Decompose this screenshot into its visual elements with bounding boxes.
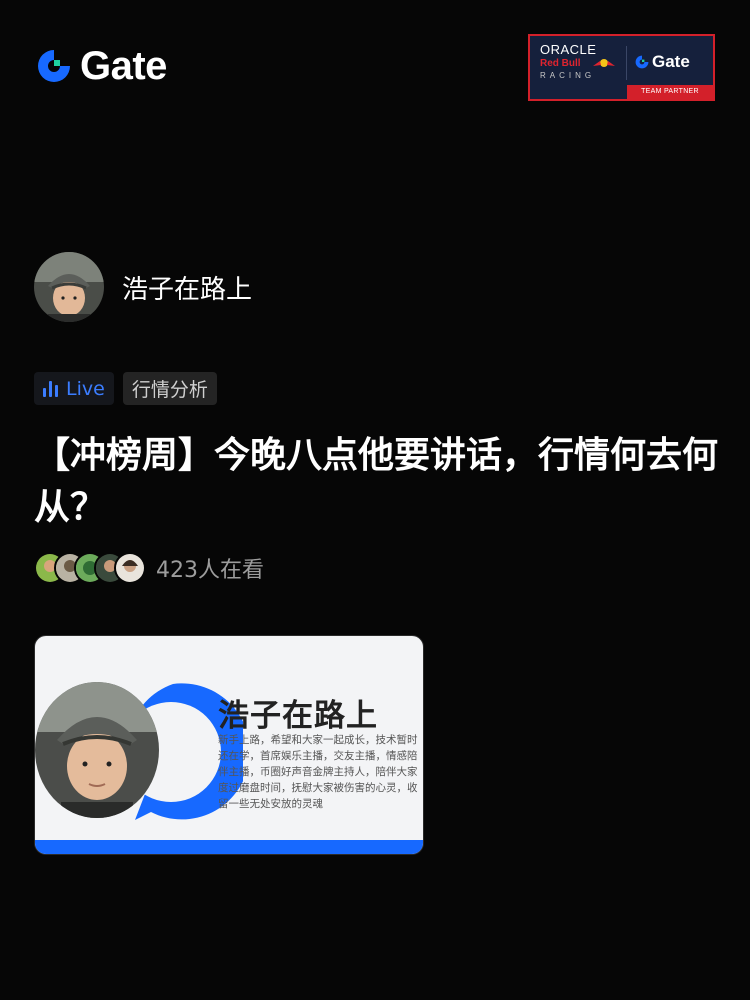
team-partner-badge: ORACLE Red Bull RACING Gate TEAM PARTNER	[528, 34, 715, 101]
host-profile[interactable]: 浩子在路上	[34, 252, 252, 322]
stream-cover[interactable]: 浩子在路上 新手上路，希望和大家一起成长，技术暂时还在学，首席娱乐主播，交友主播…	[34, 635, 424, 855]
cover-host-name: 浩子在路上	[218, 698, 378, 734]
logo-text: Gate	[80, 44, 167, 88]
live-badge: Live	[34, 372, 114, 405]
gate-logo-icon	[38, 50, 70, 82]
gate-logo-icon	[635, 55, 649, 69]
partner-gate-text: Gate	[652, 52, 690, 71]
cover-host-photo	[35, 682, 159, 818]
oracle-text: ORACLE	[540, 42, 597, 57]
red-bull-text: Red Bull	[540, 58, 581, 69]
stream-tags: Live 行情分析	[34, 372, 217, 405]
cover-host-bio: 新手上路，希望和大家一起成长，技术暂时还在学，首席娱乐主播，交友主播，情感陪伴主…	[218, 734, 418, 810]
host-avatar[interactable]	[34, 252, 104, 322]
partner-gate-logo: Gate	[634, 52, 690, 72]
racing-text: RACING	[540, 71, 596, 80]
stream-title: 【冲榜周】今晚八点他要讲话，行情何去何从？	[34, 435, 719, 528]
viewer-count: 423人在看	[34, 552, 264, 584]
category-tag[interactable]: 行情分析	[122, 372, 217, 405]
gate-logo: Gate	[34, 46, 167, 86]
viewer-avatar	[114, 552, 146, 584]
team-partner-label: TEAM PARTNER	[627, 85, 713, 99]
cover-accent-bar	[35, 840, 423, 854]
host-name[interactable]: 浩子在路上	[122, 269, 252, 306]
live-label: Live	[66, 377, 105, 400]
red-bull-icon	[593, 59, 615, 67]
partner-divider	[626, 46, 627, 80]
viewer-count-text: 423人在看	[156, 558, 264, 583]
live-bars-icon	[43, 380, 58, 397]
viewer-avatars	[34, 552, 146, 584]
